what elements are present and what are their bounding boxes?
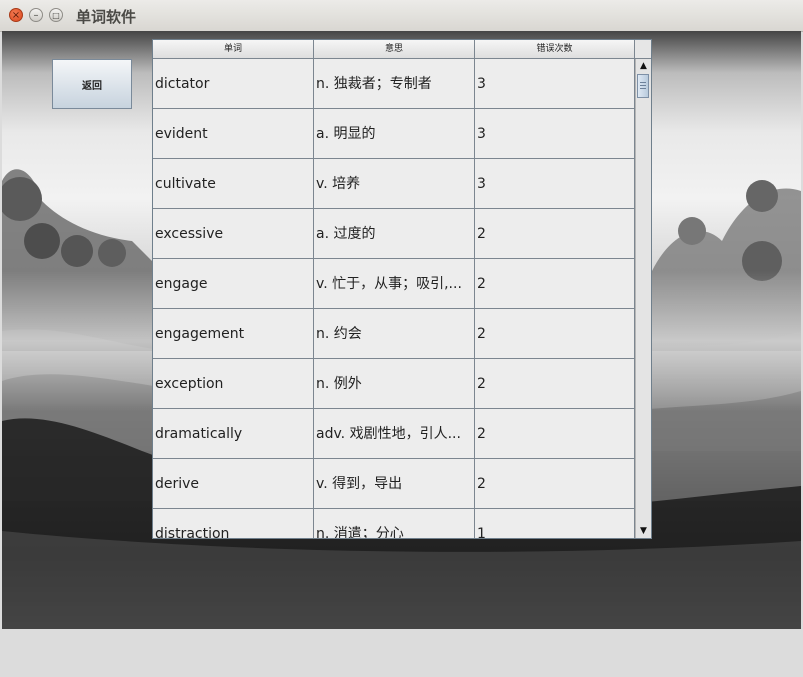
scroll-thumb[interactable] [637, 74, 649, 98]
cell-meaning[interactable]: a. 过度的 [314, 209, 475, 259]
minimize-icon[interactable]: – [29, 8, 43, 22]
cell-error-count[interactable]: 3 [475, 159, 635, 209]
wrong-words-table: 单词 意思 错误次数 dictator n. 独裁者；专制者 3 evident… [152, 39, 652, 539]
cell-word[interactable]: dramatically [153, 409, 314, 459]
cell-error-count[interactable]: 2 [475, 409, 635, 459]
table-body: dictator n. 独裁者；专制者 3 evident a. 明显的 3 c… [153, 59, 635, 538]
cell-word[interactable]: excessive [153, 209, 314, 259]
table-header: 单词 意思 错误次数 [153, 40, 635, 59]
cell-word[interactable]: distraction [153, 509, 314, 538]
scroll-up-icon[interactable]: ▲ [636, 59, 651, 73]
cell-word[interactable]: engage [153, 259, 314, 309]
cell-word[interactable]: dictator [153, 59, 314, 109]
close-icon[interactable]: × [9, 8, 23, 22]
scroll-down-icon[interactable]: ▼ [636, 524, 651, 538]
cell-meaning[interactable]: adv. 戏剧性地，引人... [314, 409, 475, 459]
column-header-word[interactable]: 单词 [153, 40, 314, 59]
cell-word[interactable]: cultivate [153, 159, 314, 209]
vertical-scrollbar[interactable]: ▲ ▼ [635, 59, 651, 538]
table-row[interactable]: dramatically adv. 戏剧性地，引人... 2 [153, 409, 635, 459]
table-row[interactable]: dictator n. 独裁者；专制者 3 [153, 59, 635, 109]
column-header-meaning[interactable]: 意思 [314, 40, 475, 59]
cell-meaning[interactable]: v. 得到，导出 [314, 459, 475, 509]
table-row[interactable]: derive v. 得到，导出 2 [153, 459, 635, 509]
cell-meaning[interactable]: v. 培养 [314, 159, 475, 209]
cell-meaning[interactable]: n. 例外 [314, 359, 475, 409]
column-header-error-count[interactable]: 错误次数 [475, 40, 635, 59]
cell-error-count[interactable]: 3 [475, 59, 635, 109]
title-bar: × – □ 单词软件 [0, 0, 803, 32]
cell-error-count[interactable]: 2 [475, 309, 635, 359]
table-row[interactable]: engage v. 忙于，从事；吸引,... 2 [153, 259, 635, 309]
table-row[interactable]: engagement n. 约会 2 [153, 309, 635, 359]
cell-word[interactable]: engagement [153, 309, 314, 359]
cell-meaning[interactable]: n. 消遣；分心 [314, 509, 475, 538]
back-button[interactable]: 返回 [52, 59, 132, 109]
cell-meaning[interactable]: n. 约会 [314, 309, 475, 359]
window-title: 单词软件 [76, 8, 137, 26]
table-corner [635, 40, 651, 59]
cell-meaning[interactable]: v. 忙于，从事；吸引,... [314, 259, 475, 309]
table-row[interactable]: distraction n. 消遣；分心 1 [153, 509, 635, 538]
cell-error-count[interactable]: 2 [475, 359, 635, 409]
table-row[interactable]: excessive a. 过度的 2 [153, 209, 635, 259]
cell-word[interactable]: evident [153, 109, 314, 159]
table-row[interactable]: exception n. 例外 2 [153, 359, 635, 409]
cell-error-count[interactable]: 2 [475, 259, 635, 309]
cell-meaning[interactable]: n. 独裁者；专制者 [314, 59, 475, 109]
cell-word[interactable]: derive [153, 459, 314, 509]
cell-meaning[interactable]: a. 明显的 [314, 109, 475, 159]
maximize-icon[interactable]: □ [49, 8, 63, 22]
table-row[interactable]: cultivate v. 培养 3 [153, 159, 635, 209]
cell-error-count[interactable]: 3 [475, 109, 635, 159]
cell-error-count[interactable]: 2 [475, 459, 635, 509]
cell-word[interactable]: exception [153, 359, 314, 409]
table-row[interactable]: evident a. 明显的 3 [153, 109, 635, 159]
cell-error-count[interactable]: 1 [475, 509, 635, 538]
cell-error-count[interactable]: 2 [475, 209, 635, 259]
